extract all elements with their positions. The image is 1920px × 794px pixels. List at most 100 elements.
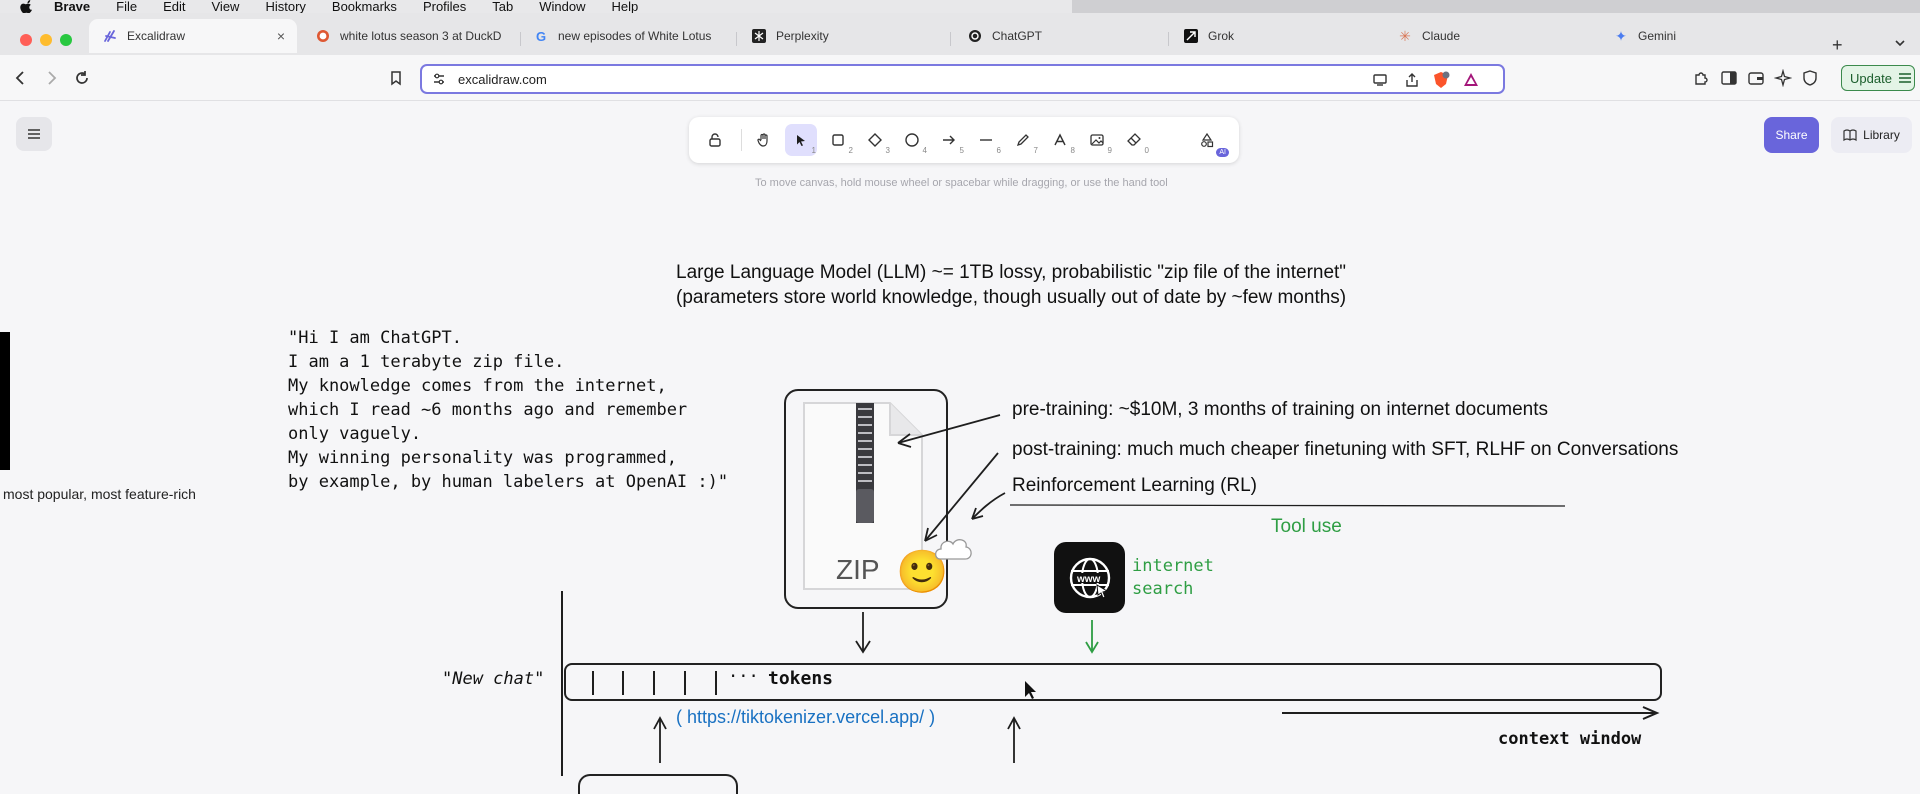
new-chat-label[interactable]: "New chat": [442, 669, 544, 689]
tool-lock[interactable]: [699, 124, 731, 156]
excalidraw-canvas[interactable]: 1 2 3 4 5 6 7 8 9 0 AI To move canvas, h…: [0, 101, 1920, 794]
menu-file[interactable]: File: [116, 0, 137, 13]
rl-separator-line: [1009, 504, 1566, 507]
wallet-icon[interactable]: [1747, 69, 1765, 87]
rectangle-icon: [832, 134, 844, 146]
tab-title: white lotus season 3 at DuckD: [340, 29, 502, 43]
tab-google[interactable]: G new episodes of White Lotus: [520, 19, 730, 53]
mac-menu-bar: Brave File Edit View History Bookmarks P…: [0, 0, 1920, 14]
share-page-icon[interactable]: [1404, 72, 1420, 88]
cast-icon[interactable]: [1372, 72, 1388, 88]
window-minimize-button[interactable]: [40, 34, 52, 46]
menu-app-name[interactable]: Brave: [54, 0, 90, 13]
library-button[interactable]: Library: [1831, 117, 1912, 153]
tab-title: new episodes of White Lotus: [558, 29, 712, 43]
image-icon: [1090, 134, 1104, 146]
partial-box[interactable]: [578, 774, 738, 794]
tab-grok[interactable]: Grok: [1170, 19, 1380, 53]
leo-ai-icon[interactable]: [1774, 69, 1792, 87]
url-text[interactable]: excalidraw.com: [458, 72, 547, 87]
internet-search-card[interactable]: www: [1054, 542, 1125, 613]
menu-tab[interactable]: Tab: [492, 0, 513, 13]
apple-icon[interactable]: [20, 0, 34, 14]
tool-more[interactable]: AI: [1191, 124, 1229, 157]
tab-claude[interactable]: ✳ Claude: [1384, 19, 1594, 53]
vpn-icon[interactable]: [1801, 69, 1819, 87]
share-button[interactable]: Share: [1764, 117, 1819, 153]
tool-text[interactable]: 8: [1044, 124, 1076, 156]
menu-window[interactable]: Window: [539, 0, 585, 13]
tool-use-text[interactable]: Tool use: [1271, 516, 1342, 538]
address-bar[interactable]: excalidraw.com: [420, 64, 1505, 94]
tab-separator: [950, 32, 951, 46]
tool-selection[interactable]: 1: [785, 124, 817, 156]
llm-definition-line-1[interactable]: Large Language Model (LLM) ~= 1TB lossy,…: [676, 262, 1346, 284]
token-dots[interactable]: ...: [728, 662, 759, 682]
tab-separator: [1168, 32, 1169, 46]
menu-history[interactable]: History: [265, 0, 305, 13]
window-close-button[interactable]: [20, 34, 32, 46]
menu-help[interactable]: Help: [612, 0, 639, 13]
update-button[interactable]: Update: [1841, 65, 1915, 91]
forward-icon[interactable]: [42, 69, 60, 87]
black-bar-shape[interactable]: [0, 332, 10, 470]
line-icon: [980, 139, 992, 141]
grok-icon: [1184, 29, 1198, 43]
hand-icon: [757, 133, 768, 147]
pretraining-text[interactable]: pre-training: ~$10M, 3 months of trainin…: [1012, 399, 1548, 421]
tool-hand[interactable]: [748, 124, 780, 156]
back-icon[interactable]: [12, 69, 30, 87]
internet-label[interactable]: internet: [1132, 556, 1214, 576]
zip-file-card[interactable]: ZIP 🙂: [784, 389, 948, 609]
search-label[interactable]: search: [1132, 579, 1193, 599]
quote-line: by example, by human labelers at OpenAI …: [288, 472, 729, 492]
arrow-icon: [943, 135, 955, 145]
ai-badge: AI: [1216, 148, 1229, 157]
tool-arrow[interactable]: 5: [933, 124, 965, 156]
tool-image[interactable]: 9: [1081, 124, 1113, 156]
menu-bookmarks[interactable]: Bookmarks: [332, 0, 397, 13]
tab-perplexity[interactable]: Perplexity: [738, 19, 948, 53]
posttraining-text[interactable]: post-training: much much cheaper finetun…: [1012, 439, 1678, 461]
tool-diamond[interactable]: 3: [859, 124, 891, 156]
tab-title: Grok: [1208, 29, 1235, 43]
site-settings-icon[interactable]: [432, 72, 446, 86]
close-tab-icon[interactable]: ×: [277, 28, 285, 44]
tab-duckduckgo[interactable]: white lotus season 3 at DuckD: [302, 19, 512, 53]
window-zoom-button[interactable]: [60, 34, 72, 46]
llm-definition-line-2[interactable]: (parameters store world knowledge, thoug…: [676, 287, 1346, 309]
extensions-icon[interactable]: [1692, 69, 1710, 87]
tool-draw[interactable]: 7: [1007, 124, 1039, 156]
tab-excalidraw[interactable]: Excalidraw ×: [89, 19, 297, 53]
tokens-label[interactable]: tokens: [768, 668, 833, 689]
menu-edit[interactable]: Edit: [163, 0, 185, 13]
tool-eraser[interactable]: 0: [1118, 124, 1150, 156]
bookmark-icon[interactable]: [387, 69, 405, 87]
new-tab-button[interactable]: +: [1832, 35, 1843, 56]
tool-ellipse[interactable]: 4: [896, 124, 928, 156]
sidebar-icon[interactable]: [1720, 69, 1738, 87]
rl-text[interactable]: Reinforcement Learning (RL): [1012, 475, 1257, 497]
book-icon: [1843, 129, 1857, 142]
claude-icon: ✳: [1399, 27, 1411, 44]
tiktokenizer-link[interactable]: ( https://tiktokenizer.vercel.app/ ): [676, 707, 935, 728]
reload-icon[interactable]: [73, 69, 91, 87]
tab-search-chevron-icon[interactable]: [1894, 37, 1906, 49]
main-menu-button[interactable]: [16, 117, 52, 151]
tool-line[interactable]: 6: [970, 124, 1002, 156]
menu-view[interactable]: View: [212, 0, 240, 13]
menu-profiles[interactable]: Profiles: [423, 0, 466, 13]
brave-rewards-icon[interactable]: [1462, 71, 1480, 89]
toolbar-separator: [741, 129, 742, 151]
chatgpt-icon: [968, 29, 982, 43]
tab-chatgpt[interactable]: ChatGPT: [954, 19, 1164, 53]
eraser-icon: [1127, 133, 1141, 146]
duckduckgo-icon: [316, 29, 330, 43]
brave-shields-icon[interactable]: [1432, 71, 1450, 89]
thought-cloud-icon[interactable]: [932, 533, 974, 569]
side-note-text[interactable]: most popular, most feature-rich: [3, 486, 196, 502]
context-window-label[interactable]: context window: [1498, 729, 1641, 749]
tool-rectangle[interactable]: 2: [822, 124, 854, 156]
globe-www-icon: www: [1069, 557, 1110, 599]
tab-gemini[interactable]: ✦ Gemini: [1600, 19, 1810, 53]
